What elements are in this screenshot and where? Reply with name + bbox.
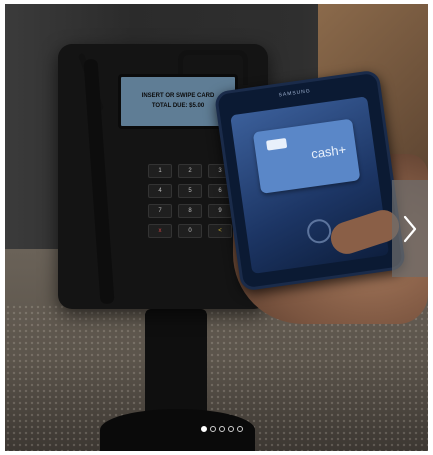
card-logo-icon	[266, 137, 288, 151]
pagination-dot-1[interactable]	[201, 426, 207, 432]
fingerprint-icon	[305, 217, 333, 245]
keypad-key-clear: <	[208, 224, 232, 238]
stylus	[83, 58, 115, 305]
pagination-dot-3[interactable]	[219, 426, 225, 432]
carousel-next-button[interactable]	[392, 180, 428, 277]
keypad-key: 5	[178, 184, 202, 198]
carousel-pagination	[201, 426, 243, 432]
chevron-right-icon	[403, 215, 417, 242]
card-brand-label: cash+	[310, 141, 348, 162]
keypad-key-cancel: x	[148, 224, 172, 238]
carousel-slide-image: INSERT OR SWIPE CARD TOTAL DUE: $5.00 1 …	[5, 4, 428, 451]
keypad-key: 8	[178, 204, 202, 218]
pagination-dot-5[interactable]	[237, 426, 243, 432]
keypad-key: 2	[178, 164, 202, 178]
keypad-key: 4	[148, 184, 172, 198]
keypad-key: 1	[148, 164, 172, 178]
pagination-dot-2[interactable]	[210, 426, 216, 432]
payment-card: cash+	[252, 118, 361, 194]
keypad-key: 7	[148, 204, 172, 218]
smartphone: SAMSUNG cash+	[213, 69, 407, 292]
keypad-key: 9	[208, 204, 232, 218]
pagination-dot-4[interactable]	[228, 426, 234, 432]
carousel-frame: INSERT OR SWIPE CARD TOTAL DUE: $5.00 1 …	[0, 0, 433, 455]
keypad-key: 0	[178, 224, 202, 238]
